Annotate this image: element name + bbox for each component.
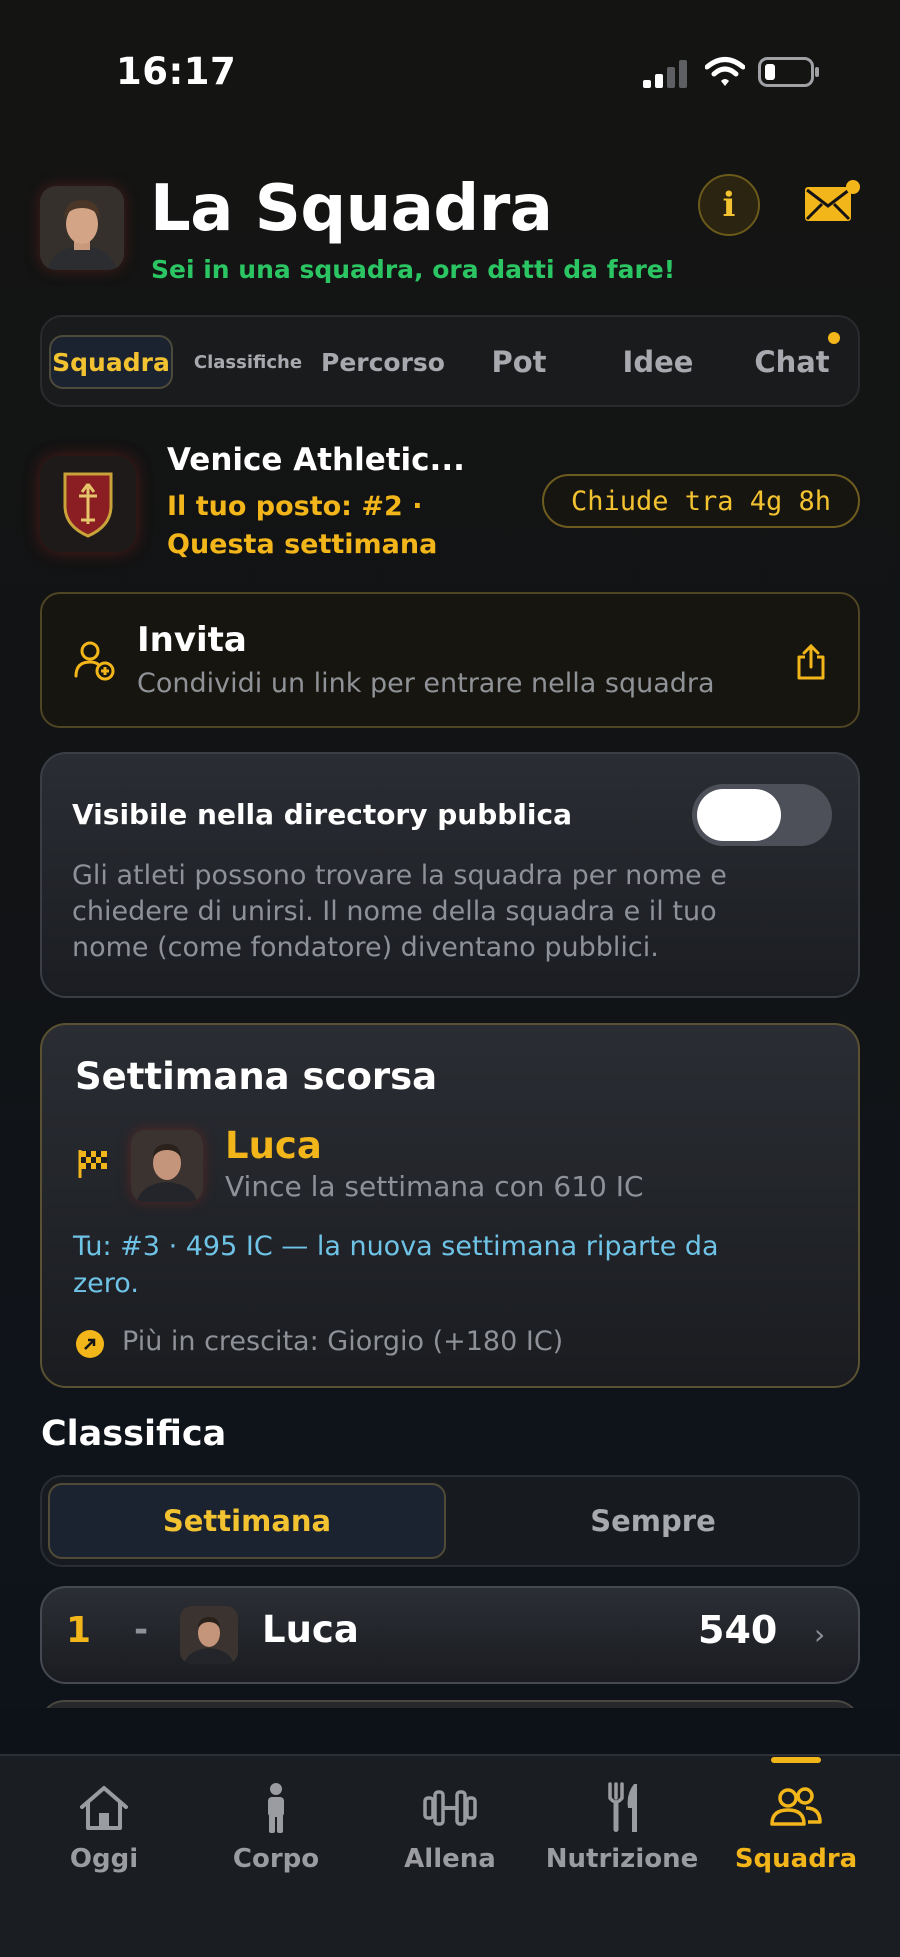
team-name: Venice Athletic... (167, 442, 465, 478)
team-rank-position: Il tuo posto: #2 · (167, 491, 423, 522)
row-avatar (180, 1606, 238, 1664)
status-time: 16:17 (116, 50, 237, 93)
tab-pot[interactable]: Pot (464, 335, 574, 389)
tab-percorso[interactable]: Percorso (318, 335, 448, 389)
mail-icon[interactable] (804, 186, 852, 222)
page-title: La Squadra (150, 172, 553, 246)
segment-settimana[interactable]: Settimana (48, 1483, 446, 1559)
winner-name: Luca (225, 1124, 322, 1167)
invite-card[interactable] (40, 592, 860, 728)
closes-countdown: Chiude tra 4g 8h (542, 474, 860, 528)
cellular-signal-icon (643, 60, 687, 88)
user-avatar[interactable] (40, 186, 124, 270)
row-score: 540 (698, 1608, 778, 1652)
last-week-title: Settimana scorsa (75, 1055, 438, 1098)
winner-avatar (131, 1130, 203, 1202)
tabbar-nutrizione-label: Nutrizione (545, 1844, 699, 1874)
visibility-description: Gli atleti possono trovare la squadra pe… (72, 860, 727, 963)
tab-squadra[interactable]: Squadra (49, 335, 173, 389)
team-rank-period: Questa settimana (167, 529, 438, 560)
tabbar-oggi-label: Oggi (69, 1844, 139, 1874)
checkered-flag-icon (78, 1150, 107, 1178)
active-tab-indicator (771, 1757, 821, 1763)
fork-knife-icon (608, 1782, 637, 1832)
info-button[interactable]: i (698, 174, 760, 236)
mail-badge (846, 180, 860, 194)
chevron-right-icon: › (814, 1618, 826, 1651)
dumbbell-icon (423, 1790, 477, 1826)
your-result: Tu: #3 · 495 IC — la nuova settimana rip… (73, 1231, 719, 1299)
visibility-title: Visibile nella directory pubblica (72, 798, 572, 831)
winner-avatar-image (131, 1130, 203, 1202)
section-tabs: Squadra Classifiche Percorso Pot Idee Ch… (40, 315, 860, 407)
tab-classifiche[interactable]: Classifiche (184, 335, 312, 389)
tabbar-corpo-label: Corpo (232, 1844, 320, 1874)
segment-sempre[interactable]: Sempre (454, 1483, 852, 1559)
tabbar-allena-label: Allena (404, 1844, 496, 1874)
user-avatar-image (40, 186, 124, 270)
row-name: Luca (262, 1608, 359, 1651)
leaderboard-title: Classifica (41, 1414, 227, 1454)
team-crest[interactable] (40, 456, 136, 552)
home-icon (80, 1786, 128, 1830)
team-crest-icon (63, 472, 113, 538)
scroll-fade (0, 1708, 900, 1756)
row-rank: 1 (66, 1610, 92, 1651)
top-growth: Più in crescita: Giorgio (+180 IC) (122, 1326, 564, 1357)
visibility-toggle-knob[interactable] (697, 789, 781, 841)
trending-up-icon (76, 1330, 104, 1358)
wifi-icon (705, 57, 745, 86)
team-rank: Il tuo posto: #2 · Questa settimana (167, 488, 437, 564)
tab-idee[interactable]: Idee (598, 335, 718, 389)
tabbar-squadra-label: Squadra (734, 1844, 858, 1874)
tabbar-nutrizione[interactable]: Nutrizione (537, 1778, 707, 1898)
info-icon: i (722, 185, 736, 225)
winner-summary: Vince la settimana con 610 IC (225, 1170, 644, 1203)
row-avatar-image (180, 1606, 238, 1664)
tabbar-oggi[interactable]: Oggi (19, 1778, 189, 1898)
page-subtitle: Sei in una squadra, ora datti da fare! (151, 255, 676, 284)
invite-subtitle: Condividi un link per entrare nella squa… (137, 668, 715, 699)
battery-icon (758, 57, 819, 87)
add-user-icon (74, 641, 115, 681)
share-icon[interactable] (796, 643, 826, 681)
tabbar-corpo[interactable]: Corpo (191, 1778, 361, 1898)
tabbar-squadra[interactable]: Squadra (711, 1778, 881, 1898)
tabbar-allena[interactable]: Allena (365, 1778, 535, 1898)
body-icon (268, 1783, 284, 1833)
row-trend: - (134, 1610, 149, 1650)
team-icon (770, 1787, 822, 1826)
invite-title: Invita (137, 620, 247, 660)
chat-badge (828, 332, 840, 344)
